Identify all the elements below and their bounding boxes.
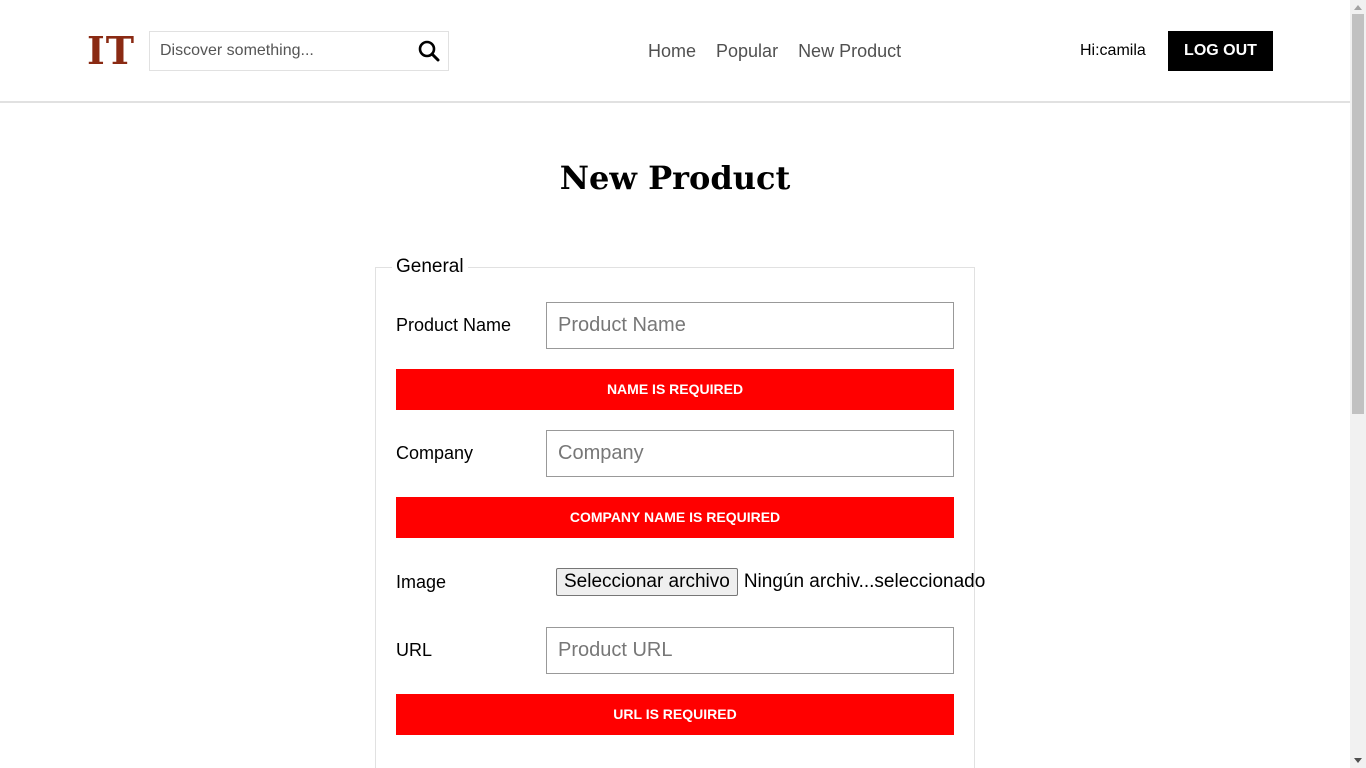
choose-file-button[interactable]: Seleccionar archivo bbox=[556, 568, 738, 596]
url-label: URL bbox=[396, 640, 433, 660]
company-input[interactable] bbox=[546, 430, 954, 477]
main-nav: Home Popular New Product bbox=[648, 40, 901, 62]
product-name-label: Product Name bbox=[396, 315, 512, 335]
scroll-up-arrow-icon[interactable] bbox=[1354, 5, 1362, 10]
nav-popular-link[interactable]: Popular bbox=[716, 40, 778, 62]
page-title: New Product bbox=[559, 159, 791, 197]
company-label: Company bbox=[396, 443, 474, 463]
logo[interactable]: IT bbox=[87, 30, 135, 72]
user-greeting: Hi:camila bbox=[1080, 42, 1146, 59]
site-header: IT Home Popular New Product Hi:camila LO… bbox=[0, 0, 1350, 103]
logout-button[interactable]: LOG OUT bbox=[1168, 31, 1273, 71]
search-box bbox=[149, 31, 449, 71]
image-file-picker: Seleccionar archivo Ningún archiv...sele… bbox=[556, 568, 985, 596]
url-input[interactable] bbox=[546, 627, 954, 674]
product-name-error: NAME IS REQUIRED bbox=[396, 369, 954, 410]
fieldset-legend: General bbox=[392, 256, 468, 278]
url-error: URL IS REQUIRED bbox=[396, 694, 954, 735]
file-status-text: Ningún archiv...seleccionado bbox=[743, 571, 986, 592]
company-error: COMPANY NAME IS REQUIRED bbox=[396, 497, 954, 538]
image-label: Image bbox=[396, 572, 447, 592]
product-name-input[interactable] bbox=[546, 302, 954, 349]
scroll-thumb[interactable] bbox=[1352, 14, 1364, 414]
nav-new-product-link[interactable]: New Product bbox=[798, 40, 901, 62]
search-icon[interactable] bbox=[418, 40, 440, 62]
scroll-down-arrow-icon[interactable] bbox=[1354, 758, 1362, 763]
page-scrollbar[interactable] bbox=[1350, 0, 1366, 768]
search-input[interactable] bbox=[150, 32, 410, 70]
nav-home-link[interactable]: Home bbox=[648, 40, 696, 62]
